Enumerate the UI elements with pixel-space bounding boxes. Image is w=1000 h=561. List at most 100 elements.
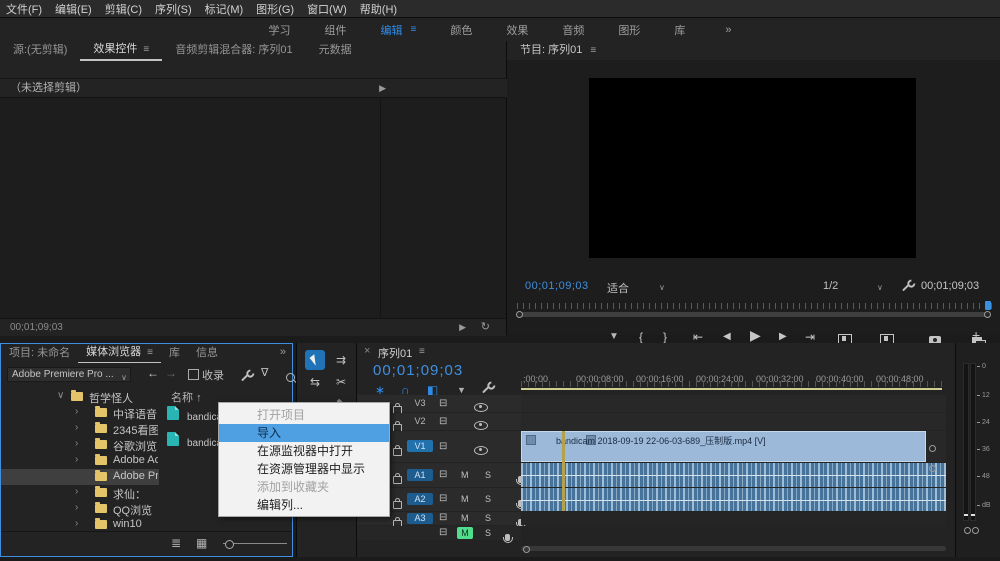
lock-icon[interactable] bbox=[393, 448, 402, 456]
sync-lock-icon[interactable]: ⊟ bbox=[439, 398, 447, 409]
menu-item-edit-columns[interactable]: 编辑列... bbox=[219, 496, 389, 514]
playback-resolution-dropdown[interactable]: 1/2 bbox=[823, 280, 838, 292]
play-in-out-icon[interactable]: ▶ bbox=[459, 319, 466, 336]
mute-button[interactable]: M bbox=[461, 494, 469, 504]
tab-libraries[interactable]: 库 bbox=[161, 344, 188, 363]
ripple-edit-tool[interactable]: ⇆ bbox=[305, 372, 325, 392]
tree-item[interactable]: › 中译语音 bbox=[1, 405, 159, 421]
track-a2-content[interactable] bbox=[521, 488, 946, 511]
play-button-icon[interactable]: ▶ bbox=[750, 327, 761, 343]
video-clip[interactable]: bandicam 2018-09-19 22-06-03-689_压制版.mp4… bbox=[521, 431, 926, 462]
sync-lock-icon[interactable]: ⊟ bbox=[439, 493, 447, 504]
track-badge-a3[interactable]: A3 bbox=[407, 513, 433, 524]
solo-button[interactable]: S bbox=[485, 513, 491, 523]
workspace-tab-color[interactable]: 颜色 bbox=[450, 22, 472, 38]
chevron-down-icon[interactable]: ∨ bbox=[877, 283, 883, 292]
fit-dropdown[interactable]: 适合 bbox=[607, 280, 629, 296]
workspace-tab-audio[interactable]: 音频 bbox=[562, 22, 584, 38]
chevron-right-icon[interactable]: › bbox=[75, 502, 78, 513]
master-mute-button[interactable]: M bbox=[457, 527, 473, 539]
source-timecode[interactable]: 00;01;09;03 bbox=[0, 322, 63, 333]
tab-metadata[interactable]: 元数据 bbox=[306, 41, 365, 60]
chevron-down-icon[interactable]: ∨ bbox=[659, 283, 665, 292]
name-column-header[interactable]: 名称 ↑ bbox=[171, 389, 202, 405]
tab-program-monitor[interactable]: 节目: 序列01 ≡ bbox=[507, 41, 609, 60]
scrollbar-left-handle[interactable] bbox=[523, 546, 530, 553]
tree-item[interactable]: › Adobe Ac bbox=[1, 453, 159, 469]
timeline-edit-marker[interactable] bbox=[562, 431, 565, 511]
track-select-tool[interactable]: ⇉ bbox=[331, 350, 351, 370]
menu-clip[interactable]: 剪辑(C) bbox=[105, 1, 142, 17]
chevron-right-icon[interactable]: › bbox=[75, 438, 78, 449]
mute-button[interactable]: M bbox=[461, 513, 469, 523]
loop-icon[interactable]: ↻ bbox=[481, 319, 490, 336]
menu-markers[interactable]: 标记(M) bbox=[205, 1, 244, 17]
menu-item-reveal-in-explorer[interactable]: 在资源管理器中显示 bbox=[219, 460, 389, 478]
tab-info[interactable]: 信息 bbox=[188, 344, 226, 363]
mute-button[interactable]: M bbox=[461, 470, 469, 480]
panel-menu-icon[interactable]: ≡ bbox=[147, 343, 153, 362]
lock-icon[interactable] bbox=[393, 501, 402, 509]
forward-icon[interactable]: → bbox=[165, 366, 177, 380]
settings-wrench-icon[interactable] bbox=[902, 284, 910, 292]
audio-clip-waveform[interactable] bbox=[521, 488, 946, 511]
chevron-right-icon[interactable]: › bbox=[75, 486, 78, 497]
track-v3-content[interactable] bbox=[521, 395, 946, 412]
close-icon[interactable]: × bbox=[364, 345, 370, 357]
sync-lock-icon[interactable]: ⊟ bbox=[439, 512, 447, 523]
voiceover-mic-icon[interactable] bbox=[505, 534, 510, 541]
selection-tool[interactable] bbox=[305, 350, 325, 370]
track-badge-v1[interactable]: V1 bbox=[407, 440, 433, 452]
panel-menu-icon[interactable]: ≡ bbox=[590, 41, 596, 60]
tree-item[interactable]: › 谷歌浏览 bbox=[1, 437, 159, 453]
tree-item[interactable]: › win10 bbox=[1, 517, 159, 531]
workspace-tab-graphics[interactable]: 图形 bbox=[618, 22, 640, 38]
solo-button[interactable]: S bbox=[485, 528, 491, 538]
panel-menu-icon[interactable]: ≡ bbox=[419, 346, 425, 357]
workspace-tab-learning[interactable]: 学习 bbox=[269, 22, 291, 38]
track-v1-content[interactable]: bandicam 2018-09-19 22-06-03-689_压制版.mp4… bbox=[521, 431, 946, 462]
ingest-settings-wrench-icon[interactable] bbox=[241, 374, 249, 382]
tree-item[interactable]: › 求仙： bbox=[1, 485, 159, 501]
workspace-tab-libraries[interactable]: 库 bbox=[674, 22, 685, 38]
program-timecode[interactable]: 00;01;09;03 bbox=[525, 280, 589, 292]
add-marker-icon[interactable]: ▼ bbox=[457, 385, 466, 395]
menu-item-open-in-source-monitor[interactable]: 在源监视器中打开 bbox=[219, 442, 389, 460]
solo-button[interactable]: S bbox=[485, 494, 491, 504]
lock-icon[interactable] bbox=[393, 476, 402, 484]
timeline-horizontal-scrollbar[interactable] bbox=[521, 546, 946, 551]
tab-media-browser[interactable]: 媒体浏览器 ≡ bbox=[78, 343, 161, 364]
chevron-right-icon[interactable]: › bbox=[75, 406, 78, 417]
zoom-slider-knob[interactable] bbox=[225, 540, 234, 549]
menu-edit[interactable]: 编辑(E) bbox=[55, 1, 92, 17]
search-loupe-icon[interactable] bbox=[286, 373, 295, 382]
track-output-eye-icon[interactable] bbox=[474, 421, 488, 430]
back-icon[interactable]: ← bbox=[147, 366, 159, 380]
menu-sequence[interactable]: 序列(S) bbox=[155, 1, 192, 17]
menu-graphics[interactable]: 图形(G) bbox=[256, 1, 294, 17]
chevron-down-icon[interactable]: ∨ bbox=[57, 390, 64, 401]
zoom-bar-left-handle[interactable] bbox=[516, 311, 523, 318]
workspace-menu-icon[interactable]: ≡ bbox=[411, 24, 417, 35]
chevron-right-icon[interactable]: › bbox=[75, 454, 78, 465]
sync-lock-icon[interactable]: ⊟ bbox=[439, 527, 447, 538]
timeline-timecode[interactable]: 00;01;09;03 bbox=[373, 362, 463, 379]
chevron-right-icon[interactable]: › bbox=[75, 518, 78, 529]
zoom-bar-right-handle[interactable] bbox=[984, 311, 991, 318]
work-area-bar[interactable] bbox=[521, 388, 942, 390]
audio-clip-waveform[interactable] bbox=[521, 463, 946, 487]
panel-overflow-icon[interactable]: » bbox=[280, 346, 286, 358]
sequence-tab[interactable]: 序列01 bbox=[378, 345, 412, 361]
track-a3-content[interactable] bbox=[521, 512, 946, 525]
sync-lock-icon[interactable]: ⊟ bbox=[439, 469, 447, 480]
solo-button[interactable]: S bbox=[485, 470, 491, 480]
tree-item[interactable]: › QQ浏览 bbox=[1, 501, 159, 517]
tab-effect-controls[interactable]: 效果控件 ≡ bbox=[80, 40, 162, 61]
track-v2-content[interactable] bbox=[521, 413, 946, 430]
tab-audio-clip-mixer[interactable]: 音频剪辑混合器: 序列01 bbox=[162, 41, 305, 60]
program-playhead[interactable] bbox=[985, 301, 991, 310]
scrollbar-handle[interactable] bbox=[929, 465, 936, 472]
workspace-tab-effects[interactable]: 效果 bbox=[506, 22, 528, 38]
tree-item[interactable]: › 2345看图 bbox=[1, 421, 159, 437]
list-view-icon[interactable]: ≣ bbox=[171, 536, 181, 550]
